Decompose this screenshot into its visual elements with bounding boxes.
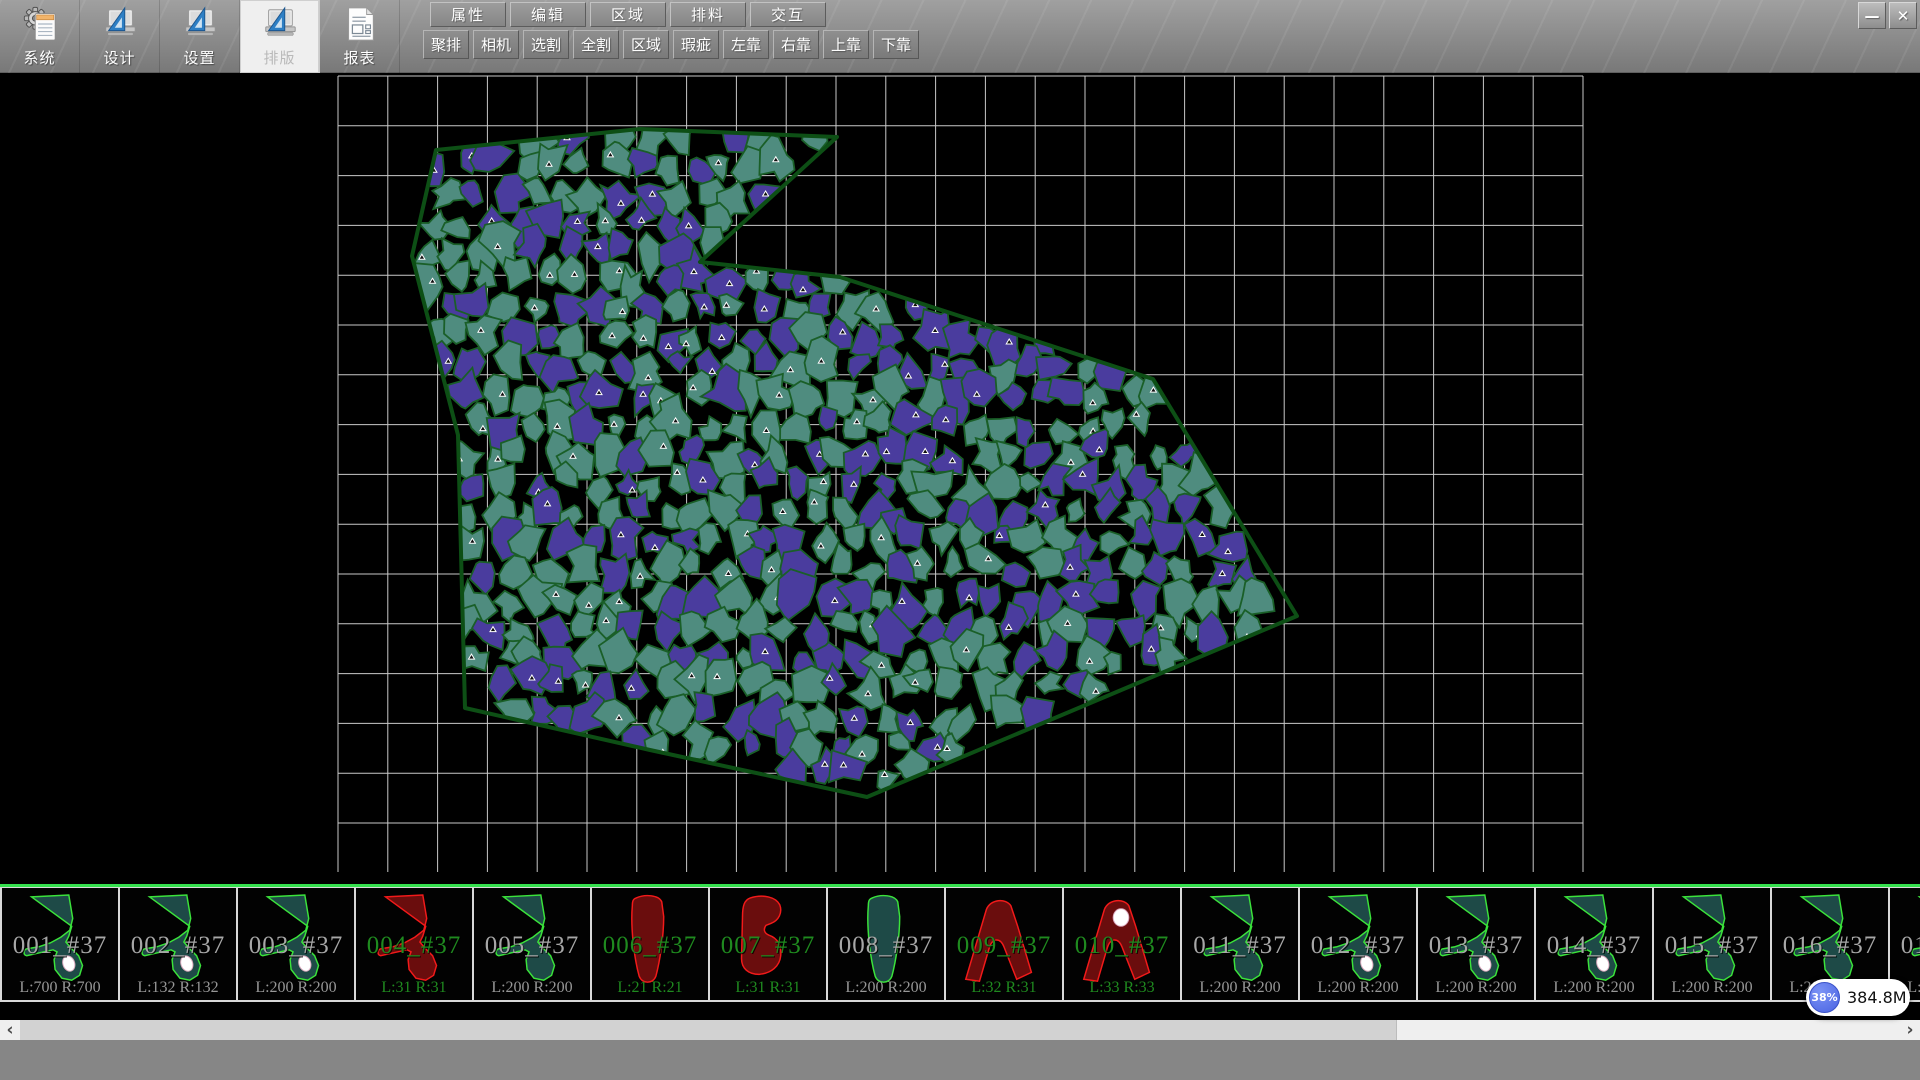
toolbar-item-label: 排版 <box>263 47 295 68</box>
gear-doc-icon <box>20 2 60 46</box>
tool-button-defect[interactable]: 瑕疵 <box>673 30 719 59</box>
piece-shape <box>1426 892 1524 992</box>
thumbnail-015_#37[interactable]: 015_#37L:200 R:200 <box>1652 887 1772 1002</box>
piece-shape <box>128 892 226 992</box>
thumbnail-002_#37[interactable]: 002_#37L:132 R:132 <box>118 887 238 1002</box>
menu-item-nest[interactable]: 排料 <box>670 2 746 27</box>
piece-shape <box>1308 892 1406 992</box>
menu-item-interact[interactable]: 交互 <box>750 2 826 27</box>
menu-item-region[interactable]: 区域 <box>590 2 666 27</box>
menu-item-edit[interactable]: 编辑 <box>510 2 586 27</box>
progress-circle: 38% <box>1809 982 1840 1013</box>
memory-value: 384.8M <box>1847 988 1907 1007</box>
thumbnail-011_#37[interactable]: 011_#37L:200 R:200 <box>1180 887 1300 1002</box>
thumbnail-001_#37[interactable]: 001_#37L:700 R:700 <box>0 887 120 1002</box>
tool-button-align-left[interactable]: 左靠 <box>723 30 769 59</box>
piece-shape <box>954 892 1052 992</box>
thumbnail-003_#37[interactable]: 003_#37L:200 R:200 <box>236 887 356 1002</box>
thumbnail-007_#37[interactable]: 007_#37L:31 R:31 <box>708 887 828 1002</box>
thumbnail-014_#37[interactable]: 014_#37L:200 R:200 <box>1534 887 1654 1002</box>
tool-bar: 聚排相机选割全割区域瑕疵左靠右靠上靠下靠 <box>423 30 919 59</box>
close-button[interactable]: ✕ <box>1889 2 1917 29</box>
laptop-ruler-icon <box>260 2 300 46</box>
thumbnail-004_#37[interactable]: 004_#37L:31 R:31 <box>354 887 474 1002</box>
piece-shape <box>482 892 580 992</box>
tool-button-zone[interactable]: 区域 <box>623 30 669 59</box>
toolbar-item-system[interactable]: 系统 <box>0 0 80 73</box>
toolbar-item-report[interactable]: 报表 <box>320 0 400 73</box>
toolbar-item-design[interactable]: 设计 <box>80 0 160 73</box>
tool-button-cut-all[interactable]: 全割 <box>573 30 619 59</box>
app-window: 系统设计设置排版报表 属性编辑区域排料交互 聚排相机选割全割区域瑕疵左靠右靠上靠… <box>0 0 1920 1080</box>
thumbnail-009_#37[interactable]: 009_#37L:32 R:31 <box>944 887 1064 1002</box>
piece-shape <box>1072 892 1170 992</box>
tool-button-camera[interactable]: 相机 <box>473 30 519 59</box>
piece-shape <box>1662 892 1760 992</box>
piece-shape <box>1898 892 1920 992</box>
thumbnail-010_#37[interactable]: 010_#37L:33 R:33 <box>1062 887 1182 1002</box>
piece-shape <box>1780 892 1878 992</box>
tool-button-select-cut[interactable]: 选割 <box>523 30 569 59</box>
laptop-ruler-icon <box>100 2 140 46</box>
tool-button-align-top[interactable]: 上靠 <box>823 30 869 59</box>
main-toolbar: 系统 设计 设置 排版 报表 <box>0 0 400 73</box>
horizontal-scrollbar[interactable]: ‹ › <box>0 1020 1920 1040</box>
report-icon <box>340 2 380 46</box>
piece-shape <box>1544 892 1642 992</box>
thumbnail-008_#37[interactable]: 008_#37L:200 R:200 <box>826 887 946 1002</box>
thumbnail-013_#37[interactable]: 013_#37L:200 R:200 <box>1416 887 1536 1002</box>
piece-shape <box>1190 892 1288 992</box>
thumbnail-strip: 001_#37L:700 R:700002_#37L:132 R:132003_… <box>0 887 1920 1003</box>
piece-shape <box>600 892 698 992</box>
toolbar-item-settings[interactable]: 设置 <box>160 0 240 73</box>
thumbnail-006_#37[interactable]: 006_#37L:21 R:21 <box>590 887 710 1002</box>
piece-shape <box>246 892 344 992</box>
toolbar-item-label: 报表 <box>343 47 375 68</box>
title-bar: 系统设计设置排版报表 属性编辑区域排料交互 聚排相机选割全割区域瑕疵左靠右靠上靠… <box>0 0 1920 73</box>
toolbar-item-label: 系统 <box>23 47 55 68</box>
menu-item-properties[interactable]: 属性 <box>430 2 506 27</box>
scrollbar-thumb[interactable] <box>20 1020 1397 1040</box>
piece-hole <box>1113 909 1129 927</box>
thumbnail-005_#37[interactable]: 005_#37L:200 R:200 <box>472 887 592 1002</box>
piece-shape <box>718 892 816 992</box>
toolbar-item-label: 设计 <box>103 47 135 68</box>
toolbar-item-label: 设置 <box>183 47 215 68</box>
nesting-canvas[interactable] <box>0 0 1920 884</box>
scroll-right-button[interactable]: › <box>1900 1020 1920 1040</box>
piece-shape <box>364 892 462 992</box>
piece-shape <box>836 892 934 992</box>
window-controls: — ✕ <box>1858 2 1917 29</box>
piece-shape <box>10 892 108 992</box>
tool-button-align-bottom[interactable]: 下靠 <box>873 30 919 59</box>
scroll-left-button[interactable]: ‹ <box>0 1020 20 1040</box>
thumbnail-012_#37[interactable]: 012_#37L:200 R:200 <box>1298 887 1418 1002</box>
nested-pieces <box>404 111 1275 795</box>
tool-button-align-right[interactable]: 右靠 <box>773 30 819 59</box>
minimize-button[interactable]: — <box>1858 2 1886 29</box>
toolbar-item-nesting[interactable]: 排版 <box>240 0 320 73</box>
memory-badge: 38% 384.8M <box>1806 979 1910 1016</box>
laptop-ruler-icon <box>180 2 220 46</box>
status-bar <box>0 1040 1920 1080</box>
tool-button-cluster-nest[interactable]: 聚排 <box>423 30 469 59</box>
menu-bar: 属性编辑区域排料交互 <box>430 2 826 27</box>
